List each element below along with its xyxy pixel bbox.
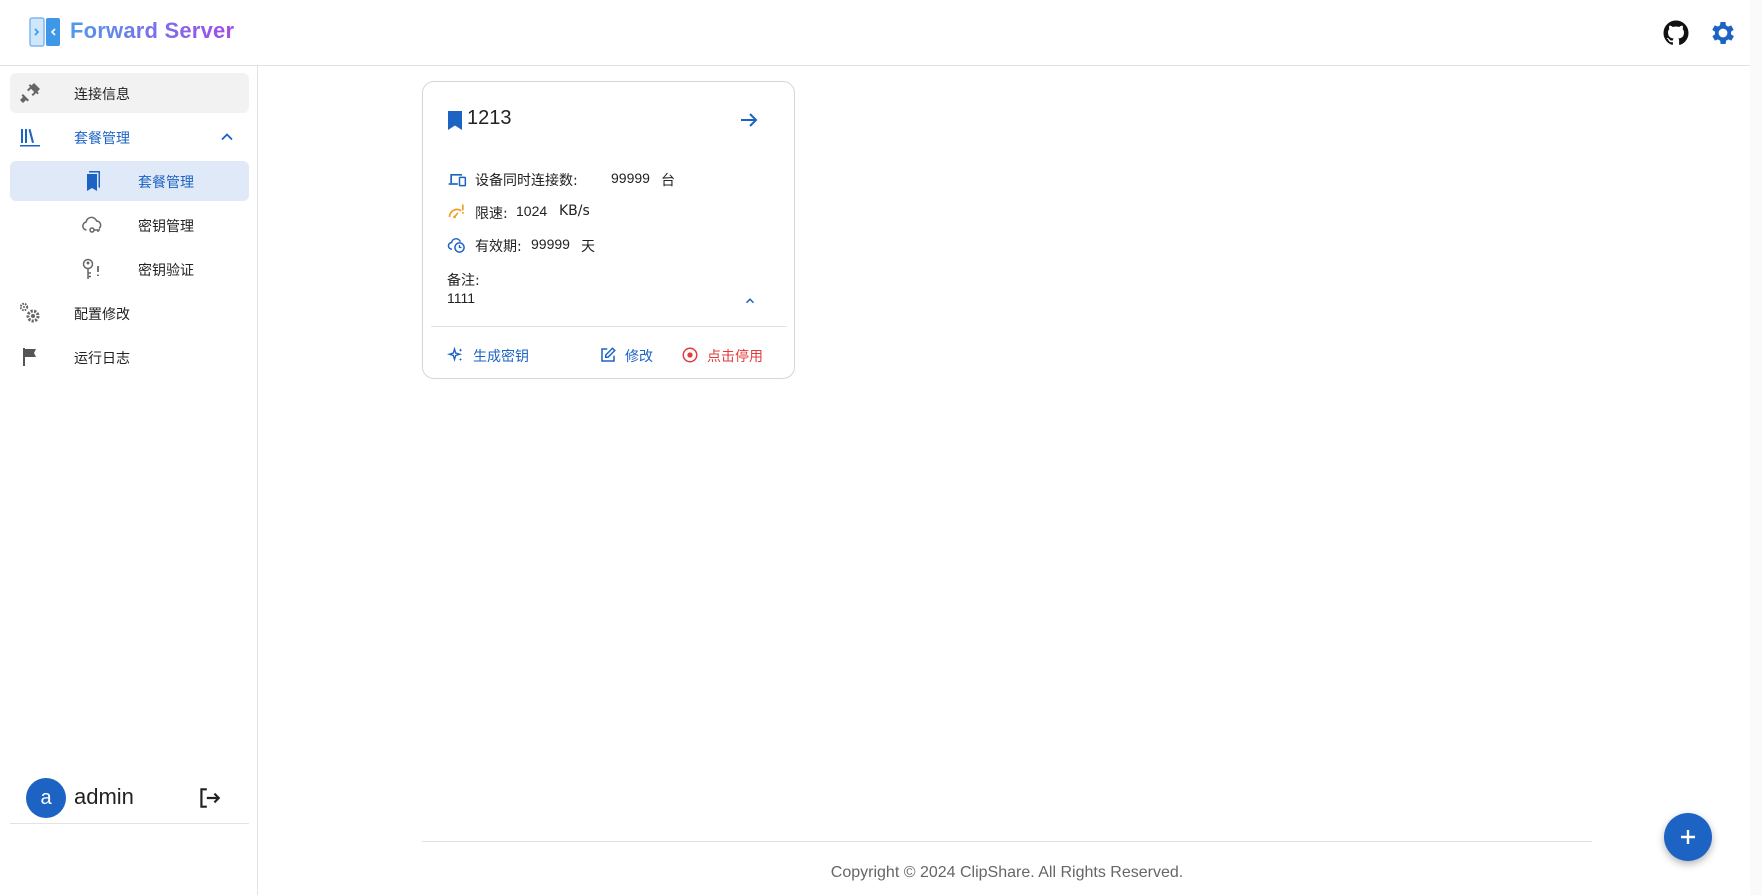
user-name: admin bbox=[74, 784, 134, 809]
edit-button[interactable]: 修改 bbox=[599, 344, 659, 366]
flag-icon bbox=[23, 348, 36, 366]
sidebar-item-label: 密钥管理 bbox=[138, 219, 194, 235]
sidebar-item-key-management[interactable]: 密钥管理 bbox=[10, 205, 249, 245]
sidebar-item-label: 套餐管理 bbox=[138, 175, 194, 191]
logout-icon bbox=[200, 788, 221, 808]
connections-unit: 台 bbox=[661, 173, 675, 189]
plus-icon bbox=[1681, 830, 1695, 844]
stop-circle-icon bbox=[682, 347, 698, 363]
sidebar-item-logs[interactable]: 运行日志 bbox=[10, 337, 249, 377]
card-divider bbox=[431, 326, 787, 327]
arrow-right-icon[interactable] bbox=[737, 108, 761, 132]
validity-label: 有效期: bbox=[475, 239, 522, 255]
sidebar-item-connection-info[interactable]: 连接信息 bbox=[10, 73, 249, 113]
validity-value: 99999 bbox=[531, 236, 570, 252]
sidebar-item-label: 运行日志 bbox=[74, 351, 130, 367]
logout-button[interactable] bbox=[196, 785, 222, 811]
plan-card: 1213 设备同时连接数: 99999 台 限速: 1024 KB/s 有效期:… bbox=[422, 81, 795, 379]
app-header: Forward Server bbox=[0, 0, 1762, 66]
chevron-up-icon bbox=[221, 133, 233, 141]
connections-value: 99999 bbox=[611, 170, 650, 186]
speed-row: 限速: 1024 KB/s bbox=[447, 201, 767, 223]
sidebar-item-key-verification[interactable]: 密钥验证 bbox=[10, 249, 249, 289]
sidebar-item-plan-list[interactable]: 套餐管理 bbox=[10, 161, 249, 201]
settings-button[interactable] bbox=[1708, 18, 1738, 48]
sidebar-item-label: 密钥验证 bbox=[138, 263, 194, 279]
add-plan-button[interactable] bbox=[1664, 813, 1712, 861]
note-label: 备注: bbox=[447, 273, 480, 289]
cloud-key-icon bbox=[82, 216, 102, 233]
books-icon bbox=[20, 129, 40, 147]
connections-label: 设备同时连接数: bbox=[475, 173, 578, 189]
bookmark-icon bbox=[448, 111, 462, 130]
key-alert-icon bbox=[82, 258, 99, 279]
github-icon bbox=[1663, 20, 1689, 45]
sidebar-item-label: 连接信息 bbox=[74, 87, 130, 103]
github-button[interactable] bbox=[1661, 18, 1691, 48]
sidebar: 连接信息 套餐管理 套餐管理 密钥管理 密钥验证 配置修改 运行日志 bbox=[0, 66, 258, 895]
speedometer-icon bbox=[448, 204, 464, 219]
plan-title: 1213 bbox=[467, 107, 512, 129]
bookmarks-icon bbox=[87, 171, 100, 191]
cloud-clock-icon bbox=[447, 238, 465, 253]
app-title: Forward Server bbox=[70, 18, 235, 43]
footer-copyright: Copyright © 2024 ClipShare. All Rights R… bbox=[830, 864, 1184, 881]
speed-value: 1024 bbox=[516, 203, 548, 219]
validity-unit: 天 bbox=[581, 239, 595, 255]
generate-key-label: 生成密钥 bbox=[473, 349, 529, 365]
avatar[interactable]: a bbox=[26, 778, 66, 818]
door-forward-logo bbox=[29, 17, 60, 47]
sidebar-item-plan-management[interactable]: 套餐管理 bbox=[10, 117, 249, 157]
sidebar-item-label: 套餐管理 bbox=[74, 131, 130, 147]
gear-icon bbox=[1712, 22, 1734, 44]
vertical-scrollbar[interactable] bbox=[1750, 0, 1762, 895]
sidebar-divider bbox=[10, 823, 249, 824]
cogs-icon bbox=[19, 302, 40, 323]
speed-unit: KB/s bbox=[559, 203, 590, 219]
devices-icon bbox=[448, 174, 467, 187]
sidebar-item-label: 配置修改 bbox=[74, 307, 130, 323]
speed-label: 限速: bbox=[475, 206, 508, 222]
footer-divider bbox=[422, 841, 1592, 842]
sparkle-icon bbox=[447, 346, 463, 362]
chevron-up-icon[interactable] bbox=[743, 294, 757, 308]
plug-icon bbox=[20, 83, 40, 103]
connections-row: 设备同时连接数: 99999 台 bbox=[447, 168, 767, 190]
edit-icon bbox=[601, 347, 616, 362]
validity-row: 有效期: 99999 天 bbox=[447, 234, 767, 256]
sidebar-item-config[interactable]: 配置修改 bbox=[10, 293, 249, 333]
generate-key-button[interactable]: 生成密钥 bbox=[447, 344, 547, 366]
edit-label: 修改 bbox=[625, 349, 653, 365]
note-value: 1111 bbox=[447, 290, 476, 306]
disable-button[interactable]: 点击停用 bbox=[681, 344, 771, 366]
disable-label: 点击停用 bbox=[707, 349, 763, 365]
